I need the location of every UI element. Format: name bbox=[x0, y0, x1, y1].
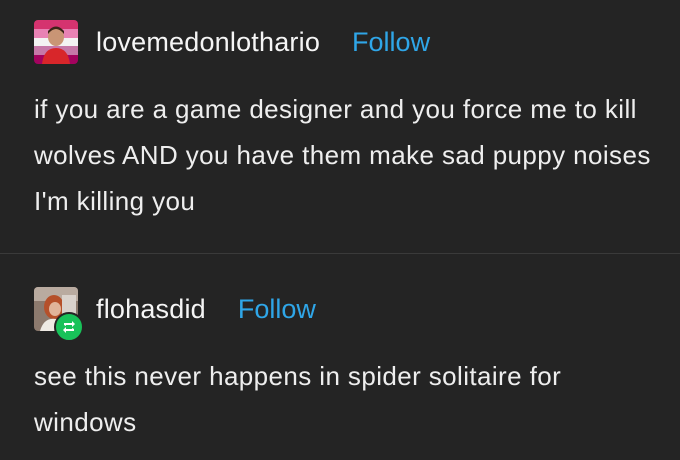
post-divider bbox=[0, 253, 680, 254]
reblog-icon bbox=[54, 312, 84, 342]
post-text: see this never happens in spider solitai… bbox=[34, 361, 562, 437]
follow-button[interactable]: Follow bbox=[238, 294, 316, 325]
post-2: flohasdid Follow see this never happens … bbox=[0, 0, 680, 437]
username[interactable]: flohasdid bbox=[96, 294, 206, 325]
